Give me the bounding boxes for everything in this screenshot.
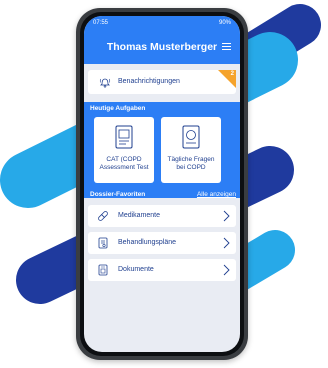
tasks-section-title: Heutige Aufgaben — [90, 105, 146, 112]
task-label-line: bei COPD — [176, 164, 206, 171]
notifications-label: Benachrichtigungen — [118, 78, 180, 85]
favorites-section-title: Dossier-Favoriten — [90, 191, 146, 198]
status-battery: 90% — [218, 20, 231, 26]
favorite-item-label: Behandlungspläne — [118, 239, 176, 246]
task-card-cat[interactable]: CAT (COPD Assessment Test — [94, 117, 154, 183]
chevron-right-icon — [223, 237, 230, 249]
show-all-link[interactable]: Alle anzeigen — [197, 191, 236, 198]
notification-count: 2 — [230, 71, 234, 77]
task-card-daily-questions[interactable]: Tägliche Fragen bei COPD — [161, 117, 221, 183]
chevron-right-icon — [223, 210, 230, 222]
document-icon — [98, 264, 108, 276]
status-time: 07:55 — [93, 20, 109, 26]
favorites-header: Dossier-Favoriten Alle anzeigen — [84, 190, 240, 202]
bell-icon — [99, 78, 111, 88]
chevron-right-icon — [223, 264, 230, 276]
favorite-item-dokumente[interactable]: Dokumente — [88, 259, 236, 281]
app-screen: 07:55 90% Thomas Musterberger Benachrich… — [84, 16, 240, 352]
hamburger-menu-icon[interactable] — [222, 43, 231, 51]
phone-frame: 07:55 90% Thomas Musterberger Benachrich… — [76, 8, 248, 360]
page-title: Thomas Musterberger — [106, 41, 218, 53]
task-label-line: Tägliche Fragen — [167, 156, 215, 163]
task-label-line: Assessment Test — [99, 164, 149, 171]
app-header: 07:55 90% Thomas Musterberger — [84, 16, 240, 64]
favorite-item-label: Medikamente — [118, 212, 161, 219]
notifications-button[interactable]: Benachrichtigungen 2 — [88, 70, 236, 94]
treatment-plan-icon — [98, 237, 108, 249]
pill-icon — [98, 211, 108, 221]
task-card-label: Tägliche Fragen bei COPD — [161, 156, 221, 172]
favorite-item-label: Dokumente — [118, 266, 154, 273]
task-label-line: CAT (COPD — [106, 156, 142, 163]
task-card-label: CAT (COPD Assessment Test — [94, 156, 154, 172]
favorite-item-behandlungsplaene[interactable]: Behandlungspläne — [88, 232, 236, 254]
daily-questions-icon — [182, 125, 200, 149]
favorite-item-medikamente[interactable]: Medikamente — [88, 205, 236, 227]
phone-bezel: 07:55 90% Thomas Musterberger Benachrich… — [80, 12, 244, 356]
cat-document-icon — [115, 125, 133, 149]
